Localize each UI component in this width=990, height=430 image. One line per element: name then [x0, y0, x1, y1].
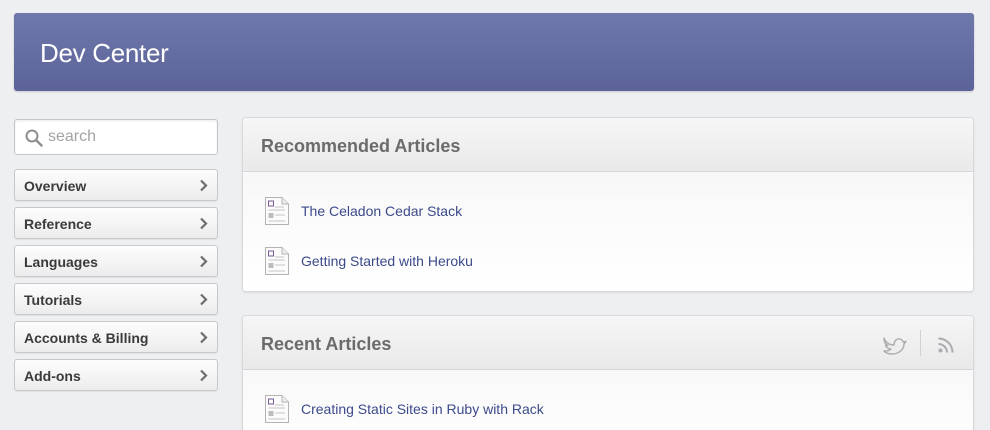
sidebar-item-label: Languages: [24, 254, 98, 270]
chevron-right-icon: [200, 217, 208, 230]
sidebar-nav: Overview Reference Languages Tutorials A…: [14, 169, 218, 397]
list-item[interactable]: The Celadon Cedar Stack: [243, 186, 973, 236]
header-divider: [920, 330, 921, 356]
panel-title: Recommended Articles: [261, 136, 461, 156]
article-list: The Celadon Cedar Stack Getting Started …: [243, 172, 973, 291]
panel-header: Recent Articles: [243, 316, 973, 370]
article-list: Creating Static Sites in Ruby with Rack: [243, 370, 973, 430]
sidebar-item-languages[interactable]: Languages: [14, 245, 218, 277]
sidebar-item-tutorials[interactable]: Tutorials: [14, 283, 218, 315]
sidebar-item-add-ons[interactable]: Add-ons: [14, 359, 218, 391]
article-link[interactable]: The Celadon Cedar Stack: [301, 203, 462, 219]
sidebar-item-overview[interactable]: Overview: [14, 169, 218, 201]
sidebar-item-label: Overview: [24, 178, 87, 194]
sidebar-item-label: Tutorials: [24, 292, 83, 308]
recommended-articles-panel: Recommended Articles The Celadon Cedar S…: [242, 117, 974, 292]
article-link[interactable]: Getting Started with Heroku: [301, 253, 473, 269]
sidebar-item-label: Add-ons: [24, 368, 81, 384]
chevron-right-icon: [200, 331, 208, 344]
document-icon: [265, 395, 289, 423]
header-bar: Dev Center: [14, 13, 974, 91]
sidebar-item-accounts-billing[interactable]: Accounts & Billing: [14, 321, 218, 353]
list-item[interactable]: Creating Static Sites in Ruby with Rack: [243, 384, 973, 430]
sidebar-item-label: Accounts & Billing: [24, 330, 149, 346]
twitter-icon[interactable]: [882, 335, 908, 355]
chevron-right-icon: [200, 369, 208, 382]
sidebar-item-reference[interactable]: Reference: [14, 207, 218, 239]
chevron-right-icon: [200, 179, 208, 192]
sidebar-item-label: Reference: [24, 216, 92, 232]
document-icon: [265, 197, 289, 225]
chevron-right-icon: [200, 255, 208, 268]
site-title[interactable]: Dev Center: [40, 38, 169, 69]
search-input[interactable]: [48, 120, 208, 154]
panel-header: Recommended Articles: [243, 118, 973, 172]
panel-title: Recent Articles: [261, 334, 392, 354]
recent-articles-panel: Recent Articles Creating Static Sites in…: [242, 315, 974, 430]
search-icon: [25, 129, 43, 147]
search-box[interactable]: [14, 119, 218, 155]
chevron-right-icon: [200, 293, 208, 306]
rss-icon[interactable]: [937, 336, 955, 354]
document-icon: [265, 247, 289, 275]
article-link[interactable]: Creating Static Sites in Ruby with Rack: [301, 401, 544, 417]
list-item[interactable]: Getting Started with Heroku: [243, 236, 973, 286]
